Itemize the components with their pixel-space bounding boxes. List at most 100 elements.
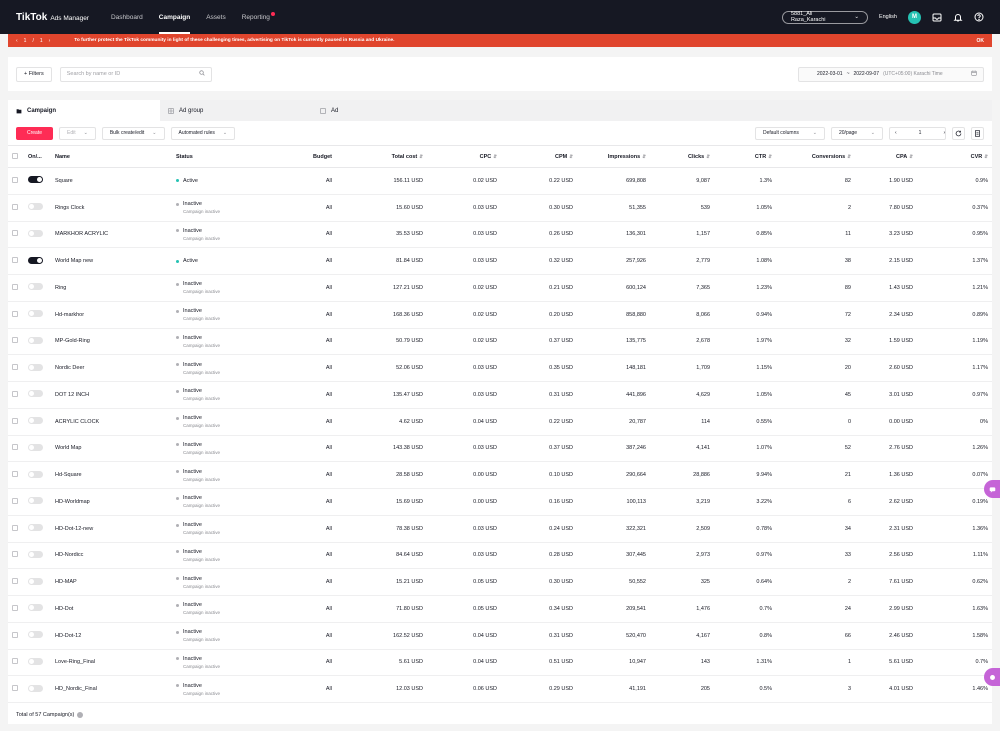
on-off-toggle[interactable] <box>28 417 43 425</box>
col-budget[interactable]: Budget <box>302 145 336 168</box>
on-off-toggle[interactable] <box>28 443 43 451</box>
campaign-name[interactable]: Ring <box>51 274 172 302</box>
on-off-toggle[interactable] <box>28 684 43 692</box>
chevron-left-icon[interactable]: ‹ <box>16 38 18 44</box>
campaign-name[interactable]: ACRYLIC CLOCK <box>51 408 172 436</box>
campaign-name[interactable]: Nordic Deer <box>51 354 172 382</box>
prev-page-icon[interactable]: ‹ <box>895 130 897 136</box>
sort-icon[interactable]: ⇵ <box>419 154 423 159</box>
campaign-name[interactable]: World Map new <box>51 247 172 275</box>
row-checkbox[interactable] <box>12 364 18 371</box>
date-range-picker[interactable]: 2022-03-01 ~ 2022-09-07 (UTC+05:00) Kara… <box>798 66 984 82</box>
table-row[interactable]: Hd-markhor Inactive Campaign inactive All 16… <box>8 301 992 329</box>
tab-ad[interactable]: Ad <box>312 100 464 121</box>
bulk-edit-dropdown[interactable]: Bulk create/edit ⌄ <box>101 126 165 140</box>
col-status[interactable]: Status <box>172 145 302 168</box>
sort-icon[interactable]: ⇵ <box>642 154 646 159</box>
sort-icon[interactable]: ⇵ <box>909 154 913 159</box>
col-name[interactable]: Name <box>51 145 172 168</box>
table-row[interactable]: HD-Dot-12-new Inactive Campaign inactive Al… <box>8 515 992 543</box>
on-off-toggle[interactable] <box>28 256 43 264</box>
edit-dropdown[interactable]: Edit ⌄ <box>59 126 96 140</box>
col-cpa[interactable]: CPA ⇵ <box>855 145 917 168</box>
create-button[interactable]: Create <box>16 126 53 140</box>
row-checkbox[interactable] <box>12 631 18 638</box>
on-off-toggle[interactable] <box>28 283 43 291</box>
on-off-toggle[interactable] <box>28 550 43 558</box>
campaign-name[interactable]: World Map <box>51 435 172 463</box>
sort-icon[interactable]: ⇵ <box>768 154 772 159</box>
campaign-name[interactable]: MARKHOR ACRYLIC <box>51 221 172 249</box>
row-checkbox[interactable] <box>12 578 18 585</box>
table-row[interactable]: World Map Inactive Campaign inactive All 143… <box>8 435 992 463</box>
language-selector[interactable]: English <box>879 14 897 20</box>
row-checkbox[interactable] <box>12 257 18 264</box>
table-row[interactable]: HD-Nordicc Inactive Campaign inactive All 84… <box>8 542 992 570</box>
col-total-cost[interactable]: Total cost ⇵ <box>336 145 427 168</box>
table-row[interactable]: Rings Clock Inactive Campaign inactive All 1… <box>8 194 992 222</box>
refresh-button[interactable] <box>952 126 965 140</box>
campaign-name[interactable]: DOT 12 INCH <box>51 381 172 409</box>
table-row[interactable]: HD_Nordic_Final Inactive Campaign inactive… <box>8 675 992 703</box>
row-checkbox[interactable] <box>12 604 18 611</box>
on-off-toggle[interactable] <box>28 176 43 184</box>
select-all-checkbox[interactable] <box>12 152 18 159</box>
row-checkbox[interactable] <box>12 283 18 290</box>
table-row[interactable]: HD-Dot-12 Inactive Campaign inactive All 162… <box>8 622 992 650</box>
col-cvr[interactable]: CVR ⇵ <box>917 145 992 168</box>
on-off-toggle[interactable] <box>28 497 43 505</box>
table-row[interactable]: Square Active All 156.11 USD 0.02 USD 0.22 US… <box>8 167 992 195</box>
table-row[interactable]: MARKHOR ACRYLIC Inactive Campaign inactive… <box>8 221 992 249</box>
col-on[interactable]: On/... <box>24 145 51 168</box>
table-row[interactable]: Love-Ring_Final Inactive Campaign inactive… <box>8 649 992 677</box>
row-checkbox[interactable] <box>12 524 18 531</box>
bell-icon[interactable] <box>953 12 963 22</box>
row-checkbox[interactable] <box>12 203 18 210</box>
on-off-toggle[interactable] <box>28 390 43 398</box>
table-row[interactable]: World Map new Active All 81.84 USD 0.03 USD 0… <box>8 247 992 275</box>
columns-dropdown[interactable]: Default columns ⌄ <box>755 126 825 140</box>
table-row[interactable]: MP-Gold-Ring Inactive Campaign inactive All… <box>8 328 992 356</box>
on-off-toggle[interactable] <box>28 604 43 612</box>
campaign-name[interactable]: HD-Nordicc <box>51 542 172 570</box>
on-off-toggle[interactable] <box>28 336 43 344</box>
row-checkbox[interactable] <box>12 497 18 504</box>
row-checkbox[interactable] <box>12 444 18 451</box>
on-off-toggle[interactable] <box>28 631 43 639</box>
table-row[interactable]: ACRYLIC CLOCK Inactive Campaign inactive Al… <box>8 408 992 436</box>
col-cpm[interactable]: CPM ⇵ <box>501 145 577 168</box>
sort-icon[interactable]: ⇵ <box>706 154 710 159</box>
per-page-dropdown[interactable]: 20/page ⌄ <box>831 126 883 140</box>
tab-campaign[interactable]: Campaign <box>8 100 160 121</box>
row-checkbox[interactable] <box>12 230 18 237</box>
campaign-name[interactable]: MP-Gold-Ring <box>51 328 172 356</box>
banner-ok-button[interactable]: OK <box>977 38 985 44</box>
automated-rules-dropdown[interactable]: Automated rules ⌄ <box>170 126 236 140</box>
avatar[interactable]: M <box>908 10 921 24</box>
row-checkbox[interactable] <box>12 658 18 665</box>
col-impressions[interactable]: Impressions ⇵ <box>577 145 650 168</box>
nav-dashboard[interactable]: Dashboard <box>111 10 143 25</box>
row-checkbox[interactable] <box>12 310 18 317</box>
campaign-name[interactable]: HD-MAP <box>51 568 172 596</box>
help-icon[interactable] <box>974 12 984 22</box>
on-off-toggle[interactable] <box>28 470 43 478</box>
nav-campaign[interactable]: Campaign <box>158 10 191 34</box>
row-checkbox[interactable] <box>12 337 18 344</box>
row-checkbox[interactable] <box>12 471 18 478</box>
tab-ad-group[interactable]: Ad group <box>160 100 312 121</box>
search-icon[interactable] <box>199 70 205 78</box>
on-off-toggle[interactable] <box>28 524 43 532</box>
campaign-name[interactable]: HD-Dot-12 <box>51 622 172 650</box>
table-row[interactable]: HD-Dot Inactive Campaign inactive All 71.80 … <box>8 595 992 623</box>
table-row[interactable]: DOT 12 INCH Inactive Campaign inactive All 1… <box>8 381 992 409</box>
sort-icon[interactable]: ⇵ <box>493 154 497 159</box>
row-checkbox[interactable] <box>12 417 18 424</box>
campaign-name[interactable]: Hd-Square <box>51 461 172 489</box>
on-off-toggle[interactable] <box>28 657 43 665</box>
campaign-name[interactable]: HD-Worldmap <box>51 488 172 516</box>
campaign-name[interactable]: Hd-markhor <box>51 301 172 329</box>
on-off-toggle[interactable] <box>28 310 43 318</box>
campaign-name[interactable]: HD_Nordic_Final <box>51 675 172 703</box>
next-page-icon[interactable]: › <box>943 130 945 136</box>
